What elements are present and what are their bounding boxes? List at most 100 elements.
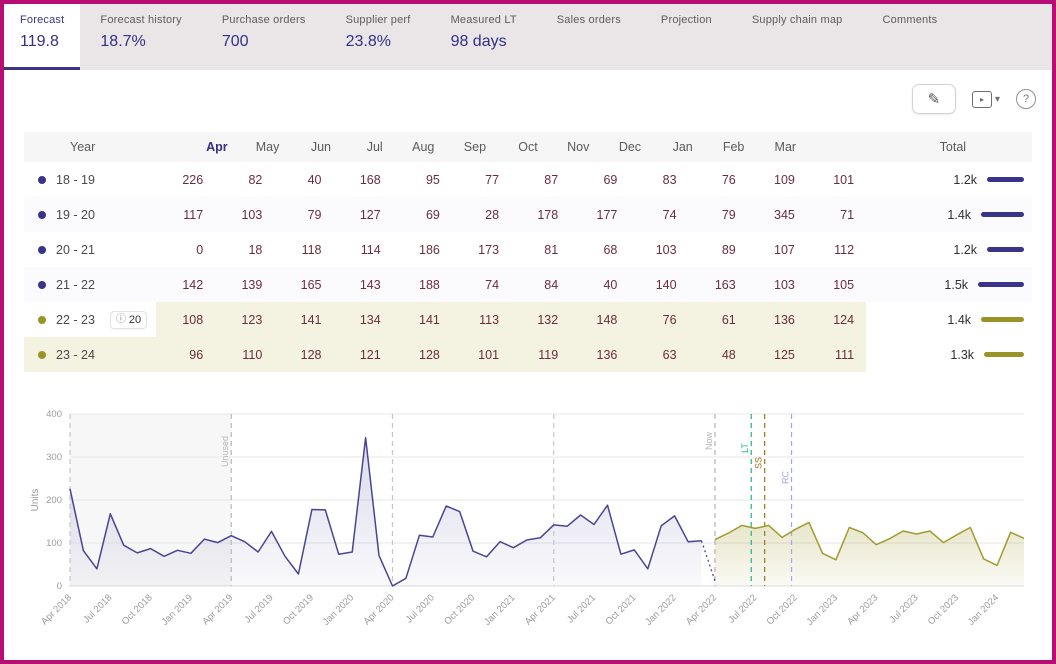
tab-bar: Forecast 119.8 Forecast history 18.7% Purcha… [4, 4, 1052, 70]
month-value-cell: 76 [721, 172, 736, 187]
month-value-cell: 148 [570, 302, 630, 337]
column-header-nov: Nov [567, 140, 590, 154]
tab-sales-orders[interactable]: Sales orders [537, 4, 641, 70]
month-value-cell: 61 [688, 302, 748, 337]
total-bar [981, 212, 1025, 217]
x-tick-label: Jan 2021 [482, 592, 517, 627]
tab-label: Sales orders [556, 14, 621, 26]
month-value-cell: 117 [183, 207, 204, 222]
month-value-cell: 134 [333, 302, 393, 337]
total-value: 1.5k [944, 277, 969, 292]
units-chart-svg[interactable]: 0 100 200 300 400 Units Unused Now LT SS RC Apr 201… [24, 402, 1040, 660]
edit-button[interactable]: ✎ [911, 84, 956, 114]
play-icon: ▸ [971, 90, 992, 108]
badge-value: 20 [128, 313, 142, 326]
total-value: 1.4k [947, 207, 972, 222]
month-value-cell: 186 [419, 242, 440, 257]
column-header-jan: Jan [672, 140, 693, 154]
year-cell: 23 - 24 [24, 337, 156, 372]
tab-label: Projection [660, 14, 712, 26]
tab-comments[interactable]: Comments [863, 4, 958, 70]
series-dot [38, 245, 46, 254]
year-cell: 19 - 20 [24, 197, 156, 232]
month-value-cell: 95 [425, 172, 440, 187]
month-value-cell: 0 [196, 242, 204, 257]
x-tick-label: Jul 2023 [887, 592, 920, 625]
tab-value: 23.8% [345, 33, 391, 50]
marker-label-unused: Unused [220, 436, 230, 467]
tab-purchase-orders[interactable]: Purchase orders 700 [202, 4, 326, 70]
year-label: 20 - 21 [56, 242, 95, 257]
marker-label-ss: SS [754, 457, 764, 469]
x-tick-label: Jul 2022 [726, 592, 759, 625]
tab-supply-chain-map[interactable]: Supply chain map [732, 4, 863, 70]
tab-label: Supply chain map [751, 14, 843, 26]
x-tick-label: Apr 2023 [845, 592, 880, 627]
tab-label: Comments [882, 14, 938, 26]
column-header-aug: Aug [412, 140, 435, 154]
info-badge[interactable]: ⓘ 20 [110, 311, 147, 328]
month-value-cell: 110 [215, 337, 275, 372]
total-bar [987, 247, 1025, 252]
month-value-cell: 81 [544, 242, 559, 257]
month-value-cell: 69 [603, 172, 618, 187]
month-value-cell: 63 [629, 337, 689, 372]
column-header-apr: Apr [206, 140, 228, 154]
x-tick-label: Jul 2020 [404, 592, 437, 625]
year-label: 18 - 19 [56, 172, 95, 187]
x-tick-label: Jan 2020 [321, 592, 356, 627]
month-value-cell: 125 [747, 337, 807, 372]
tab-forecast[interactable]: Forecast 119.8 [4, 4, 81, 70]
month-value-cell: 121 [333, 337, 393, 372]
help-button[interactable]: ? [1016, 89, 1036, 109]
month-value-cell: 226 [182, 172, 204, 187]
tab-supplier-perf[interactable]: Supplier perf 23.8% [326, 4, 431, 70]
series-dot [38, 280, 46, 289]
x-tick-label: Apr 2020 [362, 592, 397, 627]
total-cell: 1.4k [866, 302, 1032, 337]
month-value-cell: 40 [307, 172, 322, 187]
x-tick-label: Jul 2021 [565, 592, 598, 625]
total-cell: 1.2k [866, 162, 1032, 197]
month-value-cell: 79 [307, 207, 322, 222]
help-icon: ? [1022, 93, 1030, 105]
play-button[interactable]: ▸ ▾ [971, 90, 1000, 108]
month-value-cell: 103 [241, 207, 263, 222]
x-tick-label: Jul 2019 [242, 592, 275, 625]
month-value-cell: 83 [662, 172, 677, 187]
month-value-cell: 141 [274, 302, 334, 337]
tab-label: Purchase orders [221, 14, 306, 26]
tab-label: Measured LT [450, 14, 517, 26]
table-row-22-23[interactable]: 22 - 23 ⓘ 20 108 123 141 134 141 113 132 148 76 61 13… [24, 302, 1032, 337]
column-header-dec: Dec [618, 140, 642, 154]
column-header-may: May [255, 140, 280, 154]
month-value-cell: 143 [359, 277, 381, 292]
month-value-cell: 79 [721, 207, 736, 222]
tab-label: Supplier perf [345, 14, 411, 26]
series-dot [38, 210, 46, 219]
month-value-cell: 101 [833, 172, 855, 187]
month-value-cell: 101 [451, 337, 512, 372]
column-header-jun: Jun [310, 140, 332, 154]
tab-forecast-history[interactable]: Forecast history 18.7% [80, 4, 201, 70]
month-value-cell: 128 [274, 337, 334, 372]
table-row-20-21[interactable]: 20 - 21 0 18 118 114 186 173 81 68 103 89 107 112 1.2… [24, 232, 1032, 267]
x-tick-label: Oct 2019 [281, 592, 316, 627]
month-value-cell: 76 [629, 302, 689, 337]
column-header-oct: Oct [518, 140, 538, 154]
y-tick-label: 0 [57, 581, 62, 592]
table-row-19-20[interactable]: 19 - 20 117 103 79 127 69 28 178 177 74 79 345 71 1.4… [24, 197, 1032, 232]
table-row-21-22[interactable]: 21 - 22 142 139 165 143 188 74 84 40 140 163 103 105… [24, 267, 1032, 302]
x-tick-label: Apr 2019 [200, 592, 235, 627]
month-value-cell: 108 [156, 302, 216, 337]
month-value-cell: 103 [655, 242, 677, 257]
tab-projection[interactable]: Projection [641, 4, 732, 70]
x-tick-label: Oct 2018 [120, 592, 155, 627]
tab-measured-lt[interactable]: Measured LT 98 days [431, 4, 537, 70]
total-bar [987, 177, 1025, 182]
table-row-18-19[interactable]: 18 - 19 226 82 40 168 95 77 87 69 83 76 109 101 1.2k [24, 162, 1032, 197]
month-value-cell: 173 [478, 242, 500, 257]
chart-toolbar: ✎ ▸ ▾ ? [911, 84, 1036, 114]
month-value-cell: 68 [603, 242, 618, 257]
table-row-23-24[interactable]: 23 - 24 96 110 128 121 128 101 119 136 63 48 125 111… [24, 337, 1032, 372]
